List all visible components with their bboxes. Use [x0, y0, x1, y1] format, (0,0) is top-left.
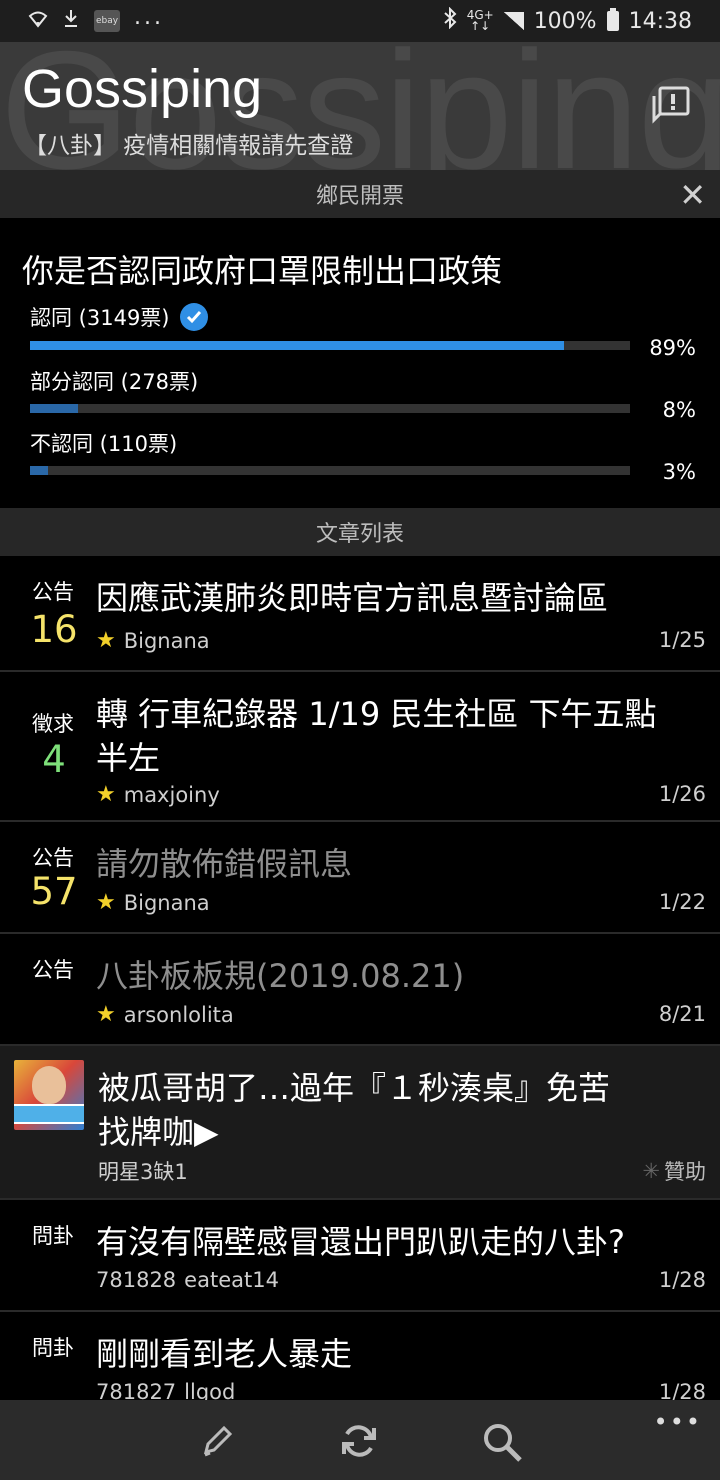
search-icon[interactable] [480, 1420, 524, 1464]
article-date: 1/26 [658, 782, 706, 806]
article-author: maxjoiny [123, 782, 220, 807]
poll-option[interactable]: 不認同 (110票) [30, 428, 177, 458]
more-icon[interactable]: ••• [654, 1408, 702, 1436]
signal-icon [503, 12, 524, 30]
article-item[interactable]: 公告 57 請勿散佈錯假訊息 ★ Bignana 1/22 [0, 822, 720, 934]
article-meta: ★ maxjoiny [96, 782, 220, 807]
article-date: 8/21 [658, 1002, 706, 1026]
push-count: 4 [42, 738, 66, 781]
clock: 14:38 [628, 8, 692, 34]
bluetooth-icon [443, 6, 457, 35]
push-count: 16 [30, 608, 78, 651]
sponsor-icon: ✳ [642, 1159, 660, 1183]
article-title: 剛剛看到老人暴走 [96, 1335, 353, 1373]
article-tag: 問卦 [32, 1336, 74, 1360]
ebay-notification-icon: ebay [94, 10, 120, 32]
close-poll-icon[interactable]: ✕ [679, 176, 706, 214]
article-date: 1/22 [658, 890, 706, 914]
more-notifications-icon: ... [134, 4, 164, 30]
article-item[interactable]: 公告 八卦板板規(2019.08.21) ★ arsonlolita 8/21 [0, 934, 720, 1046]
poll-bar-fill [30, 404, 78, 413]
article-title: 請勿散佈錯假訊息 [96, 845, 353, 883]
article-date: 1/25 [658, 628, 706, 652]
poll-bar-track [30, 404, 630, 413]
poll: 你是否認同政府口罩限制出口政策 認同 (3149票) 89% 部分認同 (278… [0, 220, 720, 508]
article-author: Bignana [123, 890, 210, 915]
article-tag: 公告 [32, 846, 74, 870]
battery-percent: 100% [533, 8, 597, 34]
download-icon [62, 8, 80, 34]
poll-percent: 89% [649, 336, 696, 360]
star-icon: ★ [96, 628, 116, 653]
ad-source: 明星3缺1 [98, 1160, 188, 1184]
poll-option[interactable]: 部分認同 (278票) [30, 366, 198, 396]
bottom-toolbar: ••• [0, 1400, 720, 1480]
article-author: Bignana [123, 628, 210, 653]
refresh-icon[interactable] [338, 1420, 382, 1464]
article-item[interactable]: 徵求 4 轉 行車紀錄器 1/19 民生社區 下午五點半左 ★ maxjoiny… [0, 672, 720, 822]
poll-section-bar: 鄉民開票 ✕ [0, 170, 720, 218]
check-circle-icon [179, 303, 208, 331]
battery-icon [606, 8, 619, 31]
star-icon: ★ [96, 890, 116, 915]
poll-bar-fill [30, 466, 48, 475]
article-title: 八卦板板規(2019.08.21) [96, 957, 465, 995]
poll-bar-track [30, 341, 630, 350]
poll-question: 你是否認同政府口罩限制出口政策 [22, 252, 503, 290]
board-subtitle: 【八卦】 疫情相關情報請先查證 [24, 133, 354, 159]
network-type: 4G+ ↑↓ [466, 8, 494, 33]
article-meta: ★ Bignana [96, 628, 210, 653]
article-meta: ★ Bignana [96, 890, 210, 915]
poll-section-label: 鄉民開票 [315, 184, 404, 209]
sponsored-label: ✳ 贊助 [642, 1159, 706, 1184]
article-tag: 公告 [32, 958, 74, 982]
poll-percent: 3% [662, 460, 696, 484]
article-title: 有沒有隔壁感冒還出門趴趴走的八卦? [96, 1223, 625, 1261]
article-meta: 781828 eateat14 [96, 1268, 279, 1292]
article-list-label: 文章列表 [315, 522, 404, 547]
poll-option-label: 部分認同 (278票) [30, 370, 199, 394]
board-header: Gossiping Gossiping 【八卦】 疫情相關情報請先查證 [0, 42, 720, 170]
article-title: 轉 行車紀錄器 1/19 民生社區 下午五點半左 [96, 695, 657, 777]
article-item[interactable]: 問卦 有沒有隔壁感冒還出門趴趴走的八卦? 781828 eateat14 1/2… [0, 1200, 720, 1312]
poll-bar-track [30, 466, 630, 475]
article-author: arsonlolita [123, 1002, 234, 1027]
poll-option-label: 不認同 (110票) [30, 432, 178, 456]
article-date: 1/28 [658, 1268, 706, 1292]
article-tag: 公告 [32, 580, 74, 604]
board-title: Gossiping [22, 59, 263, 119]
status-bar: ebay ... 4G+ ↑↓ 100% 14:38 [0, 0, 720, 42]
poll-percent: 8% [662, 398, 696, 422]
ad-title: 被瓜哥胡了…過年『１秒湊桌』免苦找牌咖▶ [98, 1069, 611, 1151]
article-tag: 問卦 [32, 1224, 74, 1248]
article-meta: ★ arsonlolita [96, 1002, 234, 1027]
poll-option[interactable]: 認同 (3149票) [30, 302, 208, 332]
article-item[interactable]: 公告 16 因應武漢肺炎即時官方訊息暨討論區 ★ Bignana 1/25 [0, 556, 720, 672]
ad-thumbnail [14, 1060, 84, 1130]
article-tag: 徵求 [32, 712, 74, 736]
article-author: eateat14 [184, 1268, 279, 1292]
sponsored-item[interactable]: 被瓜哥胡了…過年『１秒湊桌』免苦找牌咖▶ 明星3缺1 ✳ 贊助 [0, 1046, 720, 1200]
push-count: 57 [30, 870, 78, 913]
pencil-icon[interactable] [196, 1420, 240, 1464]
poll-option-label: 認同 (3149票) [30, 306, 170, 330]
board-info-icon[interactable] [650, 84, 692, 126]
poll-bar-fill [30, 341, 564, 350]
wifi-icon [28, 9, 48, 34]
article-id: 781828 [96, 1268, 177, 1292]
article-title: 因應武漢肺炎即時官方訊息暨討論區 [96, 579, 609, 617]
star-icon: ★ [96, 1002, 116, 1027]
article-list-section-bar: 文章列表 [0, 508, 720, 556]
star-icon: ★ [96, 782, 116, 807]
